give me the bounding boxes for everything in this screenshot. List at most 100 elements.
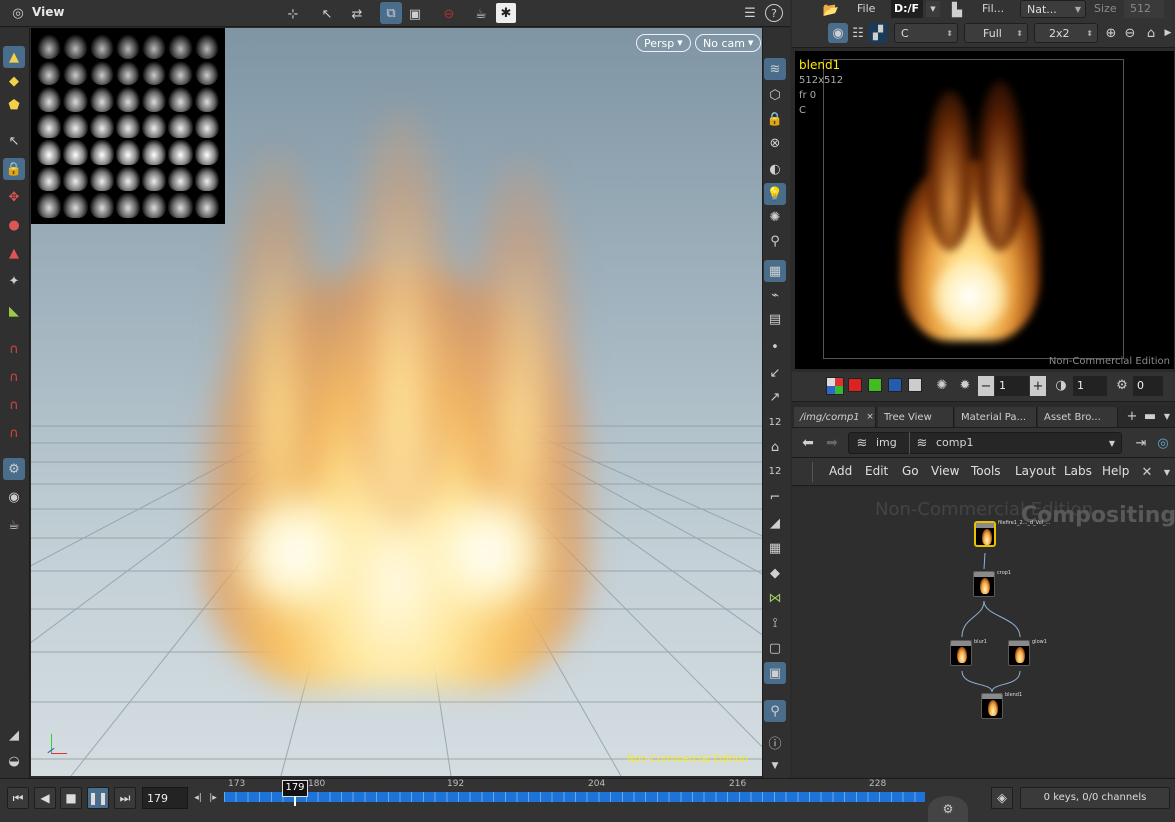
pose-tool-icon[interactable]: ✦	[3, 270, 25, 292]
tab-tree-view[interactable]: Tree View	[878, 407, 954, 427]
jump-end-button[interactable]: ⏭	[114, 787, 136, 809]
menu-tools[interactable]: Tools	[971, 464, 1001, 482]
network-canvas[interactable]: Non-Commercial Edition Compositing filef…	[792, 487, 1175, 777]
snap-icon[interactable]: ⧉	[380, 2, 402, 24]
number-icon[interactable]: 12	[764, 411, 786, 433]
step-back-button[interactable]: ◀	[34, 787, 56, 809]
view-tool-icon[interactable]: ⚙	[3, 458, 25, 480]
red-channel-icon[interactable]	[848, 378, 862, 392]
exposure-icon[interactable]: ✹	[956, 376, 974, 394]
vertex-number-icon[interactable]: 12	[764, 460, 786, 482]
exposure-field[interactable]: 1	[995, 376, 1029, 396]
comp-path[interactable]: D:/F	[891, 0, 923, 18]
texture-icon[interactable]: ▦	[764, 260, 786, 282]
pane-menu-icon[interactable]: ▬	[1142, 408, 1158, 424]
magnet-b-icon[interactable]: ∩	[3, 366, 25, 388]
ground-tool-icon[interactable]: ◢	[3, 724, 25, 746]
close-icon[interactable]: ×	[864, 410, 876, 424]
menu-layout[interactable]: Layout	[1015, 464, 1056, 482]
viewport-3d[interactable]: Persp ▼ No cam ▼ Non-Commercial Edition	[31, 28, 762, 776]
branch-icon[interactable]: ⟟	[764, 612, 786, 634]
more-icon[interactable]: ▶	[1162, 24, 1174, 42]
disk-tool-icon[interactable]: ◒	[3, 750, 25, 772]
gamma-icon[interactable]: ◑	[1052, 376, 1070, 394]
ghost-icon[interactable]: ⊗	[764, 132, 786, 154]
lighting-icon[interactable]: ⚲	[764, 230, 786, 252]
chevron-down-icon[interactable]: ▼	[1160, 463, 1174, 481]
no-entry-icon[interactable]: ⊖	[438, 3, 460, 25]
brightness-icon[interactable]: ✺	[933, 376, 951, 394]
teapot-tool-icon[interactable]: ☕	[3, 514, 25, 536]
node-crop[interactable]	[973, 571, 995, 597]
stop-button[interactable]: ■	[60, 787, 82, 809]
node-right[interactable]	[1008, 640, 1030, 666]
lock-tool-icon[interactable]: 🔒	[3, 158, 25, 180]
frame-icon[interactable]: ▢	[764, 637, 786, 659]
wire-icon[interactable]: ⬡	[764, 84, 786, 106]
green-channel-icon[interactable]	[868, 378, 882, 392]
help-icon[interactable]: ?	[765, 4, 783, 22]
normal-icon[interactable]: ↙	[764, 362, 786, 384]
res-preset-dropdown[interactable]: Nat... ▼	[1020, 0, 1086, 18]
point-icon[interactable]: •	[764, 336, 786, 358]
back-arrow-icon[interactable]: ⬅	[798, 433, 818, 453]
scale-tool-icon[interactable]: ▲	[3, 242, 25, 264]
channel-list-icon[interactable]: ☷	[849, 23, 867, 43]
snowflake-icon[interactable]: ✱	[496, 3, 516, 23]
display-options-icon[interactable]: ≋	[764, 58, 786, 80]
cube-icon[interactable]: ◆	[764, 562, 786, 584]
persp-menu[interactable]: Persp ▼	[636, 34, 691, 52]
handle-tool-icon[interactable]: ⊹	[282, 3, 304, 25]
render-icon[interactable]: ☕	[470, 3, 492, 25]
step-prev-icon[interactable]: ◂|	[191, 789, 205, 807]
playhead-marker[interactable]: 179	[282, 780, 308, 797]
pivot-tool-icon[interactable]: ◣	[3, 300, 25, 322]
node-blend[interactable]	[981, 693, 1003, 719]
timeline-track[interactable]	[224, 792, 925, 802]
wrench-icon[interactable]: ✕	[1138, 463, 1156, 481]
select-tool-icon[interactable]: ↖	[316, 3, 338, 25]
node-left[interactable]	[950, 640, 972, 666]
border-icon[interactable]: ⌐	[764, 486, 786, 508]
info-icon[interactable]: ⓘ	[764, 731, 786, 753]
viewer-image-icon[interactable]: ▞	[869, 23, 887, 43]
lut-icon[interactable]: ⚙	[1113, 376, 1131, 394]
snapshot-icon[interactable]: ▤	[764, 308, 786, 330]
forward-arrow-icon[interactable]: ➡	[822, 433, 842, 453]
lut-field[interactable]: 0	[1133, 376, 1163, 396]
jump-start-button[interactable]: ⏮	[7, 787, 29, 809]
comp-image-area[interactable]: blend1 512x512 fr 0 C Non-Commercial Edi…	[794, 50, 1175, 370]
display-mode-icon[interactable]: ◉	[828, 23, 848, 43]
home-icon[interactable]: ⌂	[1142, 24, 1160, 42]
checker-icon[interactable]: ▦	[764, 537, 786, 559]
light-icon[interactable]: 💡	[764, 183, 786, 205]
grid-dropdown[interactable]: 2x2 ⬍	[1034, 23, 1098, 43]
comp-file-menu[interactable]: File	[857, 2, 875, 15]
magnet-a-icon[interactable]: ∩	[3, 338, 25, 360]
gamma-field[interactable]: 1	[1073, 376, 1107, 396]
link-icon[interactable]: ◎	[1154, 434, 1172, 452]
menu-go[interactable]: Go	[902, 464, 919, 482]
channel-dropdown[interactable]: C ⬍	[894, 23, 958, 43]
lock-camera-icon[interactable]: 🔒	[764, 108, 786, 130]
tab-material-palette[interactable]: Material Pa...	[955, 407, 1037, 427]
scroll-down-icon[interactable]: ▼	[764, 755, 786, 777]
path-root[interactable]: img	[876, 436, 897, 449]
decrement-icon[interactable]: −	[978, 376, 994, 396]
viewer-options-icon[interactable]: ☰	[740, 3, 760, 23]
zoom-out-icon[interactable]: ⊖	[1121, 24, 1139, 42]
node-file[interactable]	[974, 521, 996, 547]
camera-tool-icon[interactable]: ▣	[404, 3, 426, 25]
background-icon[interactable]: ▣	[764, 662, 786, 684]
guide-icon[interactable]: ⌁	[764, 284, 786, 306]
tab-asset-browser[interactable]: Asset Bro...	[1038, 407, 1118, 427]
folder-icon[interactable]: 📂	[820, 1, 842, 19]
menu-edit[interactable]: Edit	[865, 464, 888, 482]
chevron-down-icon[interactable]: ▼	[1160, 408, 1174, 424]
pause-button[interactable]: ❚❚	[87, 787, 109, 809]
quality-dropdown[interactable]: Full ⬍	[964, 23, 1028, 43]
menu-add[interactable]: Add	[829, 464, 852, 482]
uv-icon[interactable]: ⋈	[764, 587, 786, 609]
sculpt-tool-icon[interactable]: ⬟	[3, 94, 25, 116]
path-dropdown-icon[interactable]: ▼	[926, 1, 940, 17]
